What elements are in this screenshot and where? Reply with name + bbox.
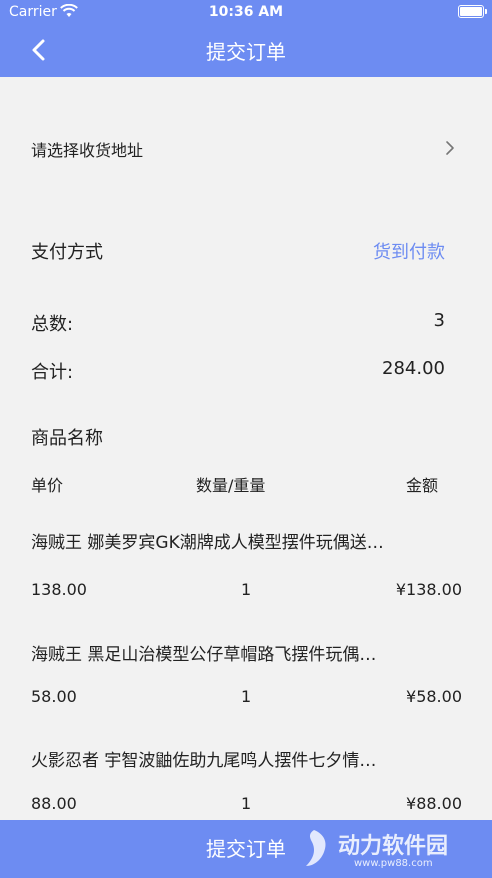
item-price: 138.00 [31, 580, 87, 599]
battery-icon [458, 5, 487, 18]
total-count-row: 总数: 3 [31, 310, 445, 336]
total-count-label: 总数: [31, 314, 74, 335]
column-qty: 数量/重量 [196, 476, 266, 495]
goods-section-title: 商品名称 [31, 424, 445, 450]
item-price: 58.00 [31, 687, 77, 706]
payment-method-row[interactable]: 支付方式 货到付款 [31, 238, 445, 264]
goods-item-name[interactable]: 海贼王 黑足山治模型公仔草帽路飞摆件玩偶… [31, 640, 462, 665]
address-selector[interactable]: 请选择收货地址 [31, 137, 445, 161]
goods-item-row: 138.00 1 ¥138.00 [31, 580, 462, 602]
sum-value: 284.00 [382, 358, 445, 379]
column-amount: 金额 [405, 476, 438, 495]
item-price: 88.00 [31, 794, 77, 813]
order-content[interactable]: 请选择收货地址 支付方式 货到付款 总数: 3 合计: 284.00 商品名称 … [0, 77, 492, 820]
column-price: 单价 [31, 476, 64, 495]
sum-label: 合计: [31, 362, 74, 383]
item-amount: ¥88.00 [406, 794, 462, 813]
watermark-logo-icon [306, 830, 326, 866]
item-qty: 1 [241, 794, 252, 813]
chevron-right-icon[interactable] [444, 139, 456, 157]
goods-item-row: 58.00 1 ¥58.00 [31, 687, 462, 709]
payment-value[interactable]: 货到付款 [373, 238, 445, 264]
goods-item-name[interactable]: 火影忍者 宇智波鼬佐助九尾鸣人摆件七夕情… [31, 746, 462, 771]
watermark-url: www.pw88.com [354, 858, 433, 869]
status-bar: Carrier 10:36 AM [0, 0, 492, 26]
watermark: 动力软件园 www.pw88.com [294, 826, 484, 872]
status-time: 10:36 AM [208, 4, 284, 20]
payment-label: 支付方式 [31, 242, 103, 263]
goods-header-label: 商品名称 [31, 428, 103, 449]
watermark-text: 动力软件园 [338, 834, 449, 859]
goods-item-name[interactable]: 海贼王 娜美罗宾GK潮牌成人模型摆件玩偶送… [31, 528, 462, 553]
item-amount: ¥58.00 [406, 687, 462, 706]
submit-label: 提交订单 [206, 837, 286, 861]
total-count-value: 3 [433, 310, 445, 331]
item-qty: 1 [241, 580, 252, 599]
goods-column-headers: 单价 数量/重量 金额 [31, 472, 462, 495]
address-label: 请选择收货地址 [31, 141, 144, 160]
nav-header: Carrier 10:36 AM 提交订单 [0, 0, 492, 77]
submit-order-button[interactable]: 提交订单 动力软件园 www.pw88.com [0, 820, 492, 878]
goods-item-row: 88.00 1 ¥88.00 [31, 794, 462, 816]
item-amount: ¥138.00 [395, 580, 462, 599]
item-qty: 1 [241, 687, 252, 706]
sum-row: 合计: 284.00 [31, 358, 445, 384]
page-title: 提交订单 [206, 40, 286, 64]
